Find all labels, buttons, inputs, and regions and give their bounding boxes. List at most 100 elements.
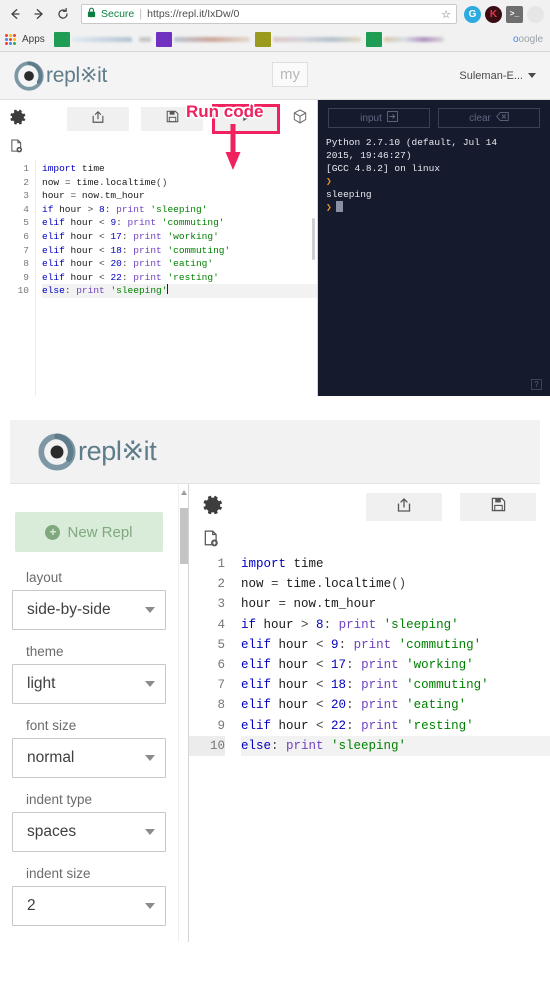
grammarly-extension-icon[interactable]: G	[464, 5, 481, 23]
share-button[interactable]	[67, 107, 129, 131]
code-token: now	[293, 597, 317, 612]
code-line[interactable]: elif hour < 17: print 'working'	[42, 230, 317, 244]
back-arrow-icon[interactable]	[4, 3, 26, 25]
code-line[interactable]: else: print 'sleeping'	[241, 735, 550, 756]
code-token: 'commuting'	[161, 217, 225, 229]
new-repl-button[interactable]: + New Repl	[15, 512, 163, 552]
code-line[interactable]: elif hour < 17: print 'working'	[241, 655, 550, 675]
gear-icon[interactable]	[203, 495, 224, 520]
save-button[interactable]	[141, 107, 203, 131]
sidebar-scrollbar[interactable]	[178, 484, 188, 942]
new-file-icon[interactable]	[10, 139, 23, 157]
code-token: hour	[70, 271, 100, 283]
code-content[interactable]: import time now = time.localtime() hour = …	[233, 554, 550, 942]
code-token: 18	[110, 244, 122, 256]
code-line[interactable]: elif hour < 9: print 'commuting'	[241, 635, 550, 655]
code-line[interactable]: else: print 'sleeping'	[42, 284, 317, 298]
setting-select-font-size[interactable]: normal	[12, 738, 166, 778]
bookmark-item[interactable]	[137, 32, 153, 48]
code-line[interactable]: elif hour < 9: print 'commuting'	[42, 216, 317, 230]
console-output[interactable]: Python 2.7.10 (default, Jul 14 2015, 19:4…	[318, 132, 550, 218]
apps-label[interactable]: Apps	[22, 34, 45, 45]
code-line[interactable]: elif hour < 20: print 'eating'	[42, 257, 317, 271]
code-line[interactable]: import time	[241, 554, 550, 574]
reload-icon[interactable]	[52, 3, 74, 25]
code-line[interactable]: if hour > 8: print 'sleeping'	[42, 203, 317, 217]
code-token: print	[76, 285, 111, 297]
setting-label: font size	[26, 718, 77, 733]
setting-label: indent type	[26, 792, 93, 807]
editor-toolbar	[0, 100, 317, 138]
code-token: 'commuting'	[398, 637, 482, 652]
user-menu[interactable]: Suleman-E...	[459, 70, 536, 82]
gear-icon[interactable]	[10, 109, 27, 129]
code-line[interactable]: elif hour < 20: print 'eating'	[241, 695, 550, 715]
console-help-icon[interactable]: ?	[531, 379, 542, 390]
scroll-up-arrow-icon[interactable]	[181, 490, 187, 495]
setting-select-layout[interactable]: side-by-side	[12, 590, 166, 630]
code-line[interactable]: if hour > 8: print 'sleeping'	[241, 615, 550, 635]
code-line[interactable]: elif hour < 18: print 'commuting'	[42, 244, 317, 258]
code-line[interactable]: hour = now.tm_hour	[241, 594, 550, 614]
console-input-button[interactable]: input	[328, 108, 430, 128]
bookmark-item[interactable]	[155, 32, 252, 48]
setting-select-indent-size[interactable]: 2	[12, 886, 166, 926]
console-clear-button[interactable]: clear	[438, 108, 540, 128]
app-body-bottom: + New Repl layout side-by-side theme light f…	[0, 484, 550, 942]
code-token: <	[99, 271, 111, 283]
line-number: 5	[217, 637, 225, 652]
setting-select-theme[interactable]: light	[12, 664, 166, 704]
code-line[interactable]: hour = now.tm_hour	[42, 189, 317, 203]
block-cursor	[335, 201, 343, 212]
save-button[interactable]	[460, 493, 536, 521]
scrollbar-thumb[interactable]	[180, 508, 188, 564]
code-token: elif	[241, 678, 279, 693]
package-cube-icon[interactable]	[293, 109, 307, 129]
code-token: print	[338, 617, 384, 632]
code-token: 'commuting'	[167, 244, 231, 256]
bookmark-item[interactable]	[53, 32, 134, 48]
code-editor[interactable]: 1 2 3 4 5 6 7 8 9 10 import time now = time.localt…	[0, 160, 317, 396]
code-line[interactable]: now = time.localtime()	[241, 574, 550, 594]
terminal-extension-icon[interactable]: >_	[506, 5, 523, 23]
screenshot-separator	[0, 396, 550, 420]
omnibox-separator: |	[139, 8, 143, 20]
bookmark-tail-text: oogle	[518, 34, 543, 45]
kami-extension-icon[interactable]: K	[485, 5, 502, 23]
new-file-icon[interactable]	[203, 530, 219, 551]
replit-logo-text: repl※it	[46, 64, 108, 87]
line-number: 1	[23, 163, 29, 174]
bookmark-item[interactable]	[365, 32, 446, 48]
code-line[interactable]: import time	[42, 162, 317, 176]
share-button[interactable]	[366, 493, 442, 521]
apps-grid-icon[interactable]	[5, 34, 16, 45]
forward-arrow-icon[interactable]	[28, 3, 50, 25]
bookmark-star-icon[interactable]: ☆	[441, 8, 451, 21]
code-line[interactable]: elif hour < 22: print 'resting'	[241, 716, 550, 736]
browser-chrome: Secure | https://repl.it/IxDw/0 ☆ G K >_…	[0, 0, 550, 52]
code-token: print	[361, 678, 407, 693]
code-token: hour	[70, 230, 100, 242]
setting-field-theme: theme light	[12, 644, 166, 704]
code-line[interactable]: elif hour < 18: print 'commuting'	[241, 675, 550, 695]
code-token: 'sleeping'	[110, 285, 168, 297]
code-token: 'commuting'	[406, 678, 489, 693]
code-token: 'resting'	[167, 271, 219, 283]
console-prompt-active[interactable]: ❯	[326, 201, 542, 214]
replit-logo[interactable]: repl※it	[14, 60, 108, 91]
address-bar[interactable]: Secure | https://repl.it/IxDw/0 ☆	[81, 4, 457, 24]
bookmark-item[interactable]	[254, 32, 363, 48]
repl-name-field[interactable]: my	[272, 62, 308, 87]
code-editor-bottom[interactable]: 1 2 3 4 5 6 7 8 9 10 import time now = time.localt…	[189, 554, 550, 942]
code-token: hour	[70, 217, 100, 229]
code-line[interactable]: elif hour < 22: print 'resting'	[42, 271, 317, 285]
editor-scrollbar[interactable]	[312, 218, 315, 260]
faded-extension-icon[interactable]	[527, 5, 544, 23]
replit-logo-bottom[interactable]: repl※it	[38, 432, 157, 471]
bookmark-tail-label[interactable]: ooogle	[513, 34, 545, 45]
code-line[interactable]: now = time.localtime()	[42, 176, 317, 190]
setting-select-indent-type[interactable]: spaces	[12, 812, 166, 852]
line-number: 9	[217, 718, 225, 733]
code-content[interactable]: import time now = time.localtime() hour = …	[36, 160, 317, 396]
code-token: time	[76, 176, 100, 188]
